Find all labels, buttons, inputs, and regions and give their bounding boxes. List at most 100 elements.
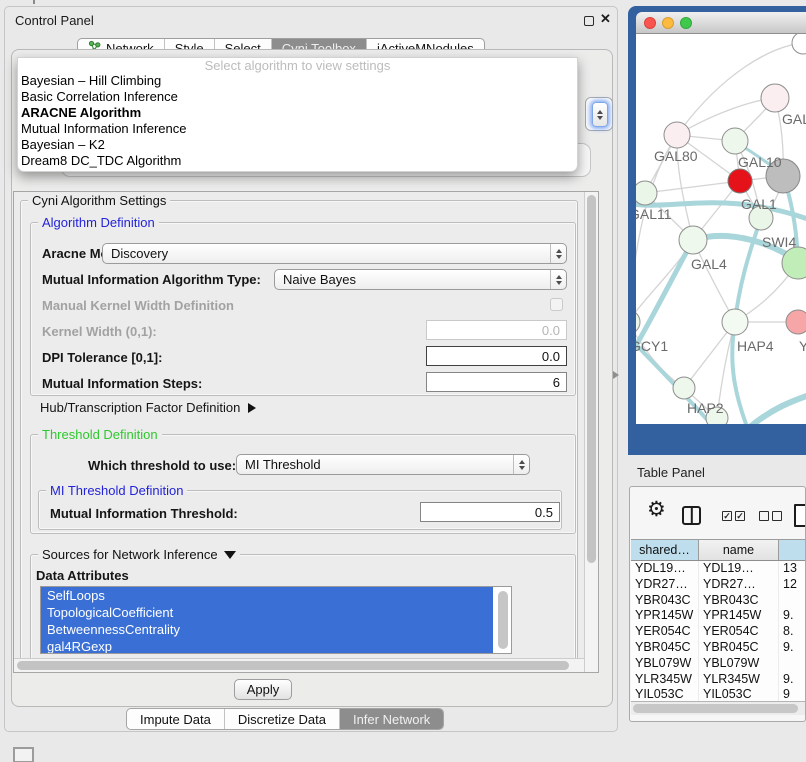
node-label: GAL11	[636, 206, 672, 222]
node-gcy1[interactable]	[636, 310, 640, 334]
node-label: GAL10	[738, 154, 782, 170]
mi-threshold-label: Mutual Information Threshold:	[50, 506, 238, 522]
table-row[interactable]: YER054CYER054C8.	[631, 624, 806, 640]
algorithm-option[interactable]: Mutual Information Inference	[18, 121, 577, 137]
node-gal4[interactable]	[679, 226, 707, 254]
column-header-name[interactable]: name	[699, 540, 779, 560]
cell: YDL19…	[631, 561, 699, 577]
cell: YER054C	[699, 624, 779, 640]
algorithm-option[interactable]: Bayesian – K2	[18, 137, 577, 153]
columns-icon[interactable]	[682, 506, 701, 525]
deselect-all-checkboxes-icon[interactable]	[759, 511, 782, 521]
tab-impute-data[interactable]: Impute Data	[127, 709, 225, 729]
control-panel-window: Control Panel ✕ Network Style Select Cyn…	[4, 6, 618, 732]
scrollbar-thumb[interactable]	[633, 704, 798, 713]
algorithm-option[interactable]: Basic Correlation Inference	[18, 89, 577, 105]
float-panel-icon[interactable]	[584, 16, 594, 26]
mi-type-combobox[interactable]: Naive Bayes	[274, 269, 567, 290]
table-row[interactable]: YIL053CYIL053C9	[631, 687, 806, 701]
table-row[interactable]: YPR145WYPR145W9.	[631, 608, 806, 624]
top-edge-tick	[33, 0, 35, 4]
scrollbar-thumb[interactable]	[17, 661, 569, 670]
control-panel-title: Control Panel	[15, 13, 94, 28]
sources-group-toggle[interactable]: Sources for Network Inference	[38, 547, 240, 562]
cell: YIL053C	[631, 687, 699, 701]
hub-definition-toggle[interactable]: Hub/Transcription Factor Definition	[40, 400, 256, 416]
algorithm-option-selected[interactable]: ARACNE Algorithm	[18, 105, 577, 121]
cell: YPR145W	[631, 608, 699, 624]
node-label: GAL	[782, 111, 806, 127]
close-traffic-light[interactable]	[644, 17, 656, 29]
list-scrollbar-thumb[interactable]	[498, 591, 508, 649]
mi-type-value: Naive Bayes	[275, 272, 550, 287]
aracne-mode-combobox[interactable]: Discovery	[102, 243, 567, 264]
node-label: Y	[799, 338, 806, 354]
column-header-shared[interactable]: shared…	[631, 540, 699, 560]
cell	[779, 656, 806, 672]
scrollbar-thumb[interactable]	[587, 195, 596, 563]
node-partial-top[interactable]	[792, 34, 806, 54]
node-label: HAP4	[737, 338, 774, 354]
network-view-window: GAL GAL80 GAL10 GAL1 GAL11 GAL4 SWI4 GCY…	[628, 6, 806, 455]
panel-divider-arrow-icon[interactable]	[613, 371, 619, 379]
mi-steps-field[interactable]: 6	[426, 372, 567, 392]
network-window-titlebar[interactable]	[636, 12, 806, 34]
expanded-arrow-icon	[224, 551, 236, 559]
mi-steps-label: Mutual Information Steps:	[42, 376, 202, 392]
node-pink[interactable]	[786, 310, 806, 334]
cell: 13	[779, 561, 806, 577]
new-table-icon[interactable]	[794, 504, 806, 527]
node-gal80[interactable]	[664, 122, 690, 148]
table-row[interactable]: YDR27…YDR27…12	[631, 577, 806, 593]
screen: Control Panel ✕ Network Style Select Cyn…	[0, 0, 806, 762]
combobox-stepper-icon	[550, 270, 566, 289]
dpi-tolerance-field[interactable]: 0.0	[426, 346, 567, 366]
inference-algorithm-combobox-stepper[interactable]	[585, 97, 613, 131]
node-hap2[interactable]	[673, 377, 695, 399]
algorithm-option[interactable]: Bayesian – Hill Climbing	[18, 73, 577, 89]
algorithm-option[interactable]: Dream8 DC_TDC Algorithm	[18, 153, 577, 169]
cell: YBR043C	[631, 593, 699, 609]
kernel-width-field[interactable]: 0.0	[426, 320, 567, 340]
tab-discretize-data[interactable]: Discretize Data	[225, 709, 340, 729]
table-row[interactable]: YBR043CYBR043C	[631, 593, 806, 609]
node-gal10[interactable]	[722, 128, 748, 154]
cell: YIL053C	[699, 687, 779, 701]
zoom-traffic-light[interactable]	[680, 17, 692, 29]
attribute-item-selected[interactable]: SelfLoops	[41, 587, 493, 604]
hub-definition-label: Hub/Transcription Factor Definition	[40, 400, 240, 415]
tab-infer-network[interactable]: Infer Network	[340, 709, 443, 729]
gear-icon[interactable]: ⚙	[647, 497, 666, 521]
node-red[interactable]	[728, 169, 752, 193]
node-hap4[interactable]	[722, 309, 748, 335]
kernel-width-label: Kernel Width (0,1):	[42, 324, 157, 340]
node-label: GCY1	[636, 338, 668, 354]
data-attributes-list: SelfLoops TopologicalCoefficient Between…	[40, 586, 512, 654]
column-header-partial[interactable]	[779, 540, 806, 560]
attribute-item-selected[interactable]: TopologicalCoefficient	[41, 604, 493, 621]
table-row[interactable]: YLR345WYLR345W9.	[631, 672, 806, 688]
node-pale-pink[interactable]	[761, 84, 789, 112]
node-gal11[interactable]	[636, 181, 657, 205]
attribute-item-selected[interactable]: BetweennessCentrality	[41, 621, 493, 638]
cell: YBL079W	[699, 656, 779, 672]
mi-threshold-field[interactable]: 0.5	[420, 502, 560, 522]
table-row[interactable]: YDL19…YDL19…13	[631, 561, 806, 577]
minimize-traffic-light[interactable]	[662, 17, 674, 29]
attribute-item-selected[interactable]: gal4RGexp	[41, 638, 493, 654]
table-row[interactable]: YBL079WYBL079W	[631, 656, 806, 672]
close-icon[interactable]: ✕	[600, 11, 611, 27]
group-title: Algorithm Definition	[38, 215, 159, 230]
which-threshold-label: Which threshold to use:	[88, 458, 236, 474]
network-canvas[interactable]: GAL GAL80 GAL10 GAL1 GAL11 GAL4 SWI4 GCY…	[636, 34, 806, 424]
table-row[interactable]: YBR045CYBR045C9.	[631, 640, 806, 656]
select-all-checkboxes-icon[interactable]: ✓✓	[722, 511, 745, 521]
manual-kernel-checkbox[interactable]	[550, 298, 563, 311]
cell: YPR145W	[699, 608, 779, 624]
which-threshold-combobox[interactable]: MI Threshold	[236, 454, 530, 475]
apply-button[interactable]: Apply	[234, 679, 292, 700]
cell: YBR045C	[631, 640, 699, 656]
node-label: SWI4	[762, 234, 796, 250]
bottom-tabbar: Impute Data Discretize Data Infer Networ…	[126, 708, 444, 730]
docked-panel-icon[interactable]	[13, 747, 34, 762]
